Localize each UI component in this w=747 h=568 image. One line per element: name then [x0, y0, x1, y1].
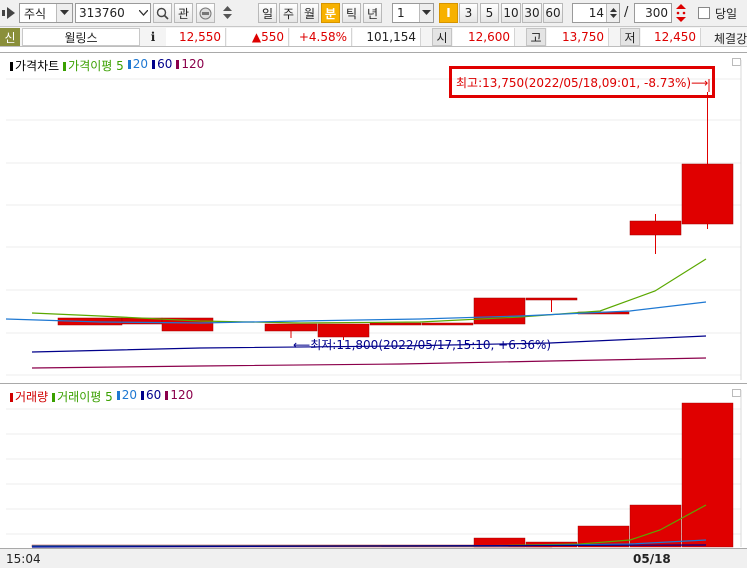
axis-date-label: 05/18: [633, 552, 671, 566]
candle-body: [629, 220, 682, 236]
candle-body: [525, 297, 578, 301]
high-annotation: 최고:13,750(2022/05/18,09:01, -8.73%)⟶: [456, 76, 709, 90]
axis-start-time: 15:04: [6, 552, 41, 566]
volume-bar: [681, 402, 734, 548]
high-annotation-box: 최고:13,750(2022/05/18,09:01, -8.73%)⟶: [449, 66, 715, 98]
ma120-line: [31, 357, 707, 369]
time-axis: 15:04 05/18: [0, 548, 747, 568]
candle-body: [264, 323, 318, 332]
volume-bar: [629, 504, 682, 548]
candle-body: [369, 322, 422, 326]
candle-body: [421, 322, 474, 326]
low-annotation: ⟵최저:11,800(2022/05/17,15:10, +6.36%): [293, 338, 552, 352]
candle-body: [681, 163, 734, 225]
candle-body: [473, 297, 526, 325]
